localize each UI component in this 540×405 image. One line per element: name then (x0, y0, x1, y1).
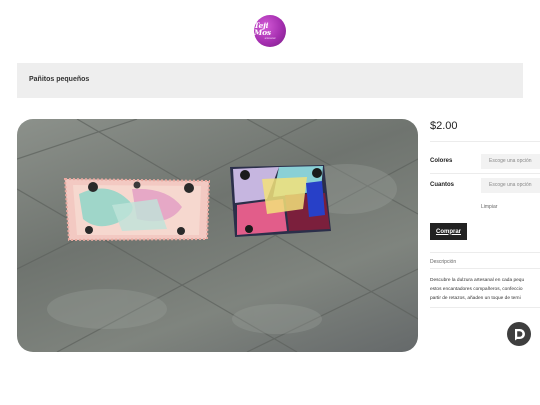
divider (430, 252, 540, 253)
page-title: Pañitos pequeños (29, 76, 90, 83)
divider (430, 141, 540, 142)
product-image[interactable] (17, 119, 418, 352)
chat-bubble-icon[interactable] (507, 322, 531, 346)
page-title-bar: Pañitos pequeños (17, 63, 523, 98)
cuantos-select[interactable]: Escoge una opción (481, 178, 540, 193)
option-label-colores: Colores (430, 158, 453, 164)
chat-glyph-icon (515, 329, 525, 341)
description-label: Descripción (430, 259, 457, 265)
product-price: $2.00 (430, 120, 458, 132)
product-photo-illustration (17, 119, 418, 352)
logo-subtext: artesanal (264, 36, 276, 40)
description-line: estos encantadores compañeros, confeccio (430, 287, 523, 292)
logo-text: Teji Mos (254, 20, 271, 38)
divider (430, 173, 540, 174)
colores-select[interactable]: Escoge una opción (481, 154, 540, 169)
description-line: Descubre la dulzura artesanal en cada pe… (430, 278, 525, 283)
divider (430, 307, 540, 308)
divider (430, 268, 540, 269)
brand-logo[interactable]: Teji Mos artesanal (254, 15, 286, 47)
option-label-cuantos: Cuantos (430, 182, 454, 188)
buy-button[interactable]: Comprar (430, 223, 467, 240)
description-line: partir de retazos, añaden un toque de te… (430, 296, 521, 301)
clear-link[interactable]: Limpiar (481, 204, 497, 210)
